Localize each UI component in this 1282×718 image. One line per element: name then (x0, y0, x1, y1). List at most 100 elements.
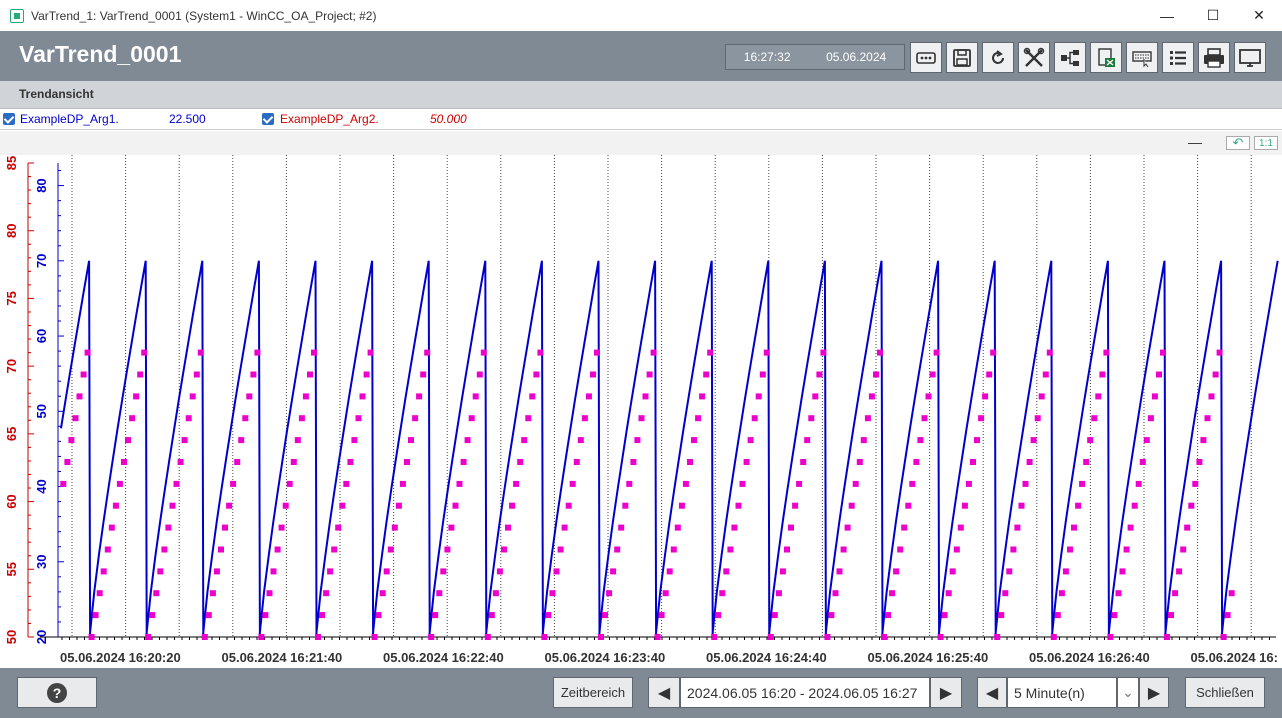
printer-icon (1204, 47, 1224, 68)
series-arg2-marker (1151, 393, 1158, 400)
x-tick-label: 05.06.2024 16: (1191, 650, 1278, 665)
maximize-icon: ☐ (1206, 7, 1220, 23)
series-arg2-marker (363, 371, 370, 378)
page-title: VarTrend_0001 (19, 41, 182, 67)
series-arg2-marker (1091, 415, 1098, 422)
excel-export-button[interactable] (1090, 42, 1122, 73)
refresh-button[interactable] (982, 42, 1014, 73)
series-arg2-marker (452, 502, 459, 509)
series-arg2-marker (622, 502, 629, 509)
series-arg2-marker (133, 393, 140, 400)
red-y-tick-label: 50 (4, 630, 19, 644)
series-arg2-marker (270, 568, 277, 575)
trend-chart[interactable]: 505560657075808520304050607080 05.06.202… (0, 155, 1282, 668)
keyboard-button[interactable] (1126, 42, 1158, 73)
ratio-button[interactable]: 1:1 (1254, 136, 1278, 150)
curve1-checkbox[interactable] (3, 113, 15, 125)
series-arg2-marker (873, 371, 879, 378)
series-arg2-marker (751, 415, 758, 422)
series-arg2-marker (1196, 459, 1203, 465)
series-arg2-marker (1119, 568, 1126, 575)
series-arg2-marker (727, 546, 734, 553)
series-arg2-marker (108, 524, 115, 531)
series-arg2-marker (788, 524, 794, 531)
series-arg2-marker (100, 568, 107, 575)
series-arg2-marker (383, 568, 390, 575)
series-arg2-marker (1224, 612, 1231, 619)
series-arg2-marker (1131, 502, 1138, 509)
series-arg2-marker (1228, 590, 1235, 597)
red-y-tick-label: 55 (4, 562, 19, 576)
series-arg2-marker (585, 393, 592, 400)
interval-select[interactable]: 5 Minute(n) (1007, 677, 1117, 708)
series-arg2-marker (1083, 459, 1090, 465)
series-arg2-marker (1022, 480, 1029, 487)
series-arg2-marker (529, 393, 536, 400)
series-arg2-marker (234, 459, 241, 465)
series-arg2-marker (941, 612, 948, 619)
series-arg2-marker (181, 437, 188, 444)
series-arg2-marker (60, 480, 67, 487)
series-arg2-marker (480, 349, 487, 356)
reset-zoom-button[interactable]: ↶ (1226, 135, 1250, 150)
series-arg2-marker (104, 546, 111, 553)
series-arg2-marker (505, 524, 511, 531)
more-button[interactable] (910, 42, 942, 73)
series-arg2-marker (1046, 349, 1053, 356)
series-arg2-marker (298, 415, 305, 422)
series-arg2-marker (759, 371, 766, 378)
series-arg2-marker (274, 546, 281, 553)
series-arg2-marker (590, 371, 596, 378)
series-arg2-marker (351, 437, 358, 444)
series-arg2-marker (76, 393, 83, 400)
series-arg2-marker (860, 437, 867, 444)
maximize-button[interactable]: ☐ (1190, 0, 1236, 31)
range-value: 2024.06.05 16:20 - 2024.06.05 16:27 (687, 684, 918, 701)
series-arg2-marker (957, 524, 964, 531)
series-arg2-marker (432, 612, 439, 619)
time-range-button[interactable]: Zeitbereich (553, 677, 633, 708)
series-arg2-marker (258, 634, 265, 640)
series-arg2-marker (537, 349, 544, 356)
series-arg2-marker (1200, 437, 1207, 444)
series-arg2-marker (222, 524, 228, 531)
series-arg2-marker (1014, 524, 1021, 531)
series-arg2-marker (982, 393, 989, 400)
series-arg2-marker (359, 393, 366, 400)
series-arg2-marker (335, 524, 342, 531)
tree-button[interactable] (1054, 42, 1086, 73)
series-arg2-marker (779, 568, 786, 575)
range-field[interactable]: 2024.06.05 16:20 - 2024.06.05 16:27 (680, 677, 930, 708)
series-arg2-marker (1030, 437, 1037, 444)
curve2-checkbox[interactable] (262, 113, 274, 125)
series-arg2-marker (205, 612, 212, 619)
settings-button[interactable] (1018, 42, 1050, 73)
series-arg2-marker (331, 546, 338, 553)
series-arg2-marker (488, 612, 495, 619)
help-button[interactable]: ? (17, 677, 97, 708)
series-arg2-marker (185, 415, 192, 422)
list-icon (1170, 50, 1186, 65)
series-arg2-marker (1054, 612, 1061, 619)
minimize-button[interactable]: — (1144, 0, 1190, 31)
series-arg2-marker (153, 590, 160, 597)
range-prev-button[interactable]: ◀ (648, 677, 680, 708)
display-button[interactable] (1234, 42, 1266, 73)
series-arg2-marker (945, 590, 952, 597)
close-panel-button[interactable]: Schließen (1185, 677, 1265, 708)
series-arg2-marker (424, 349, 431, 356)
print-button[interactable] (1198, 42, 1230, 73)
interval-next-button[interactable]: ▶ (1139, 677, 1169, 708)
range-next-button[interactable]: ▶ (930, 677, 962, 708)
list-button[interactable] (1162, 42, 1194, 73)
series-arg2-marker (1002, 590, 1009, 597)
close-button[interactable]: ✕ (1236, 0, 1282, 31)
series-arg2-marker (731, 524, 738, 531)
interval-prev-button[interactable]: ◀ (977, 677, 1007, 708)
interval-dropdown-button[interactable]: ⌄ (1117, 677, 1139, 708)
clock-date: 05.06.2024 (826, 50, 887, 64)
series-arg2-marker (161, 546, 168, 553)
save-button[interactable] (946, 42, 978, 73)
series-arg2-marker (678, 502, 685, 509)
series-arg2-marker (1034, 415, 1041, 422)
